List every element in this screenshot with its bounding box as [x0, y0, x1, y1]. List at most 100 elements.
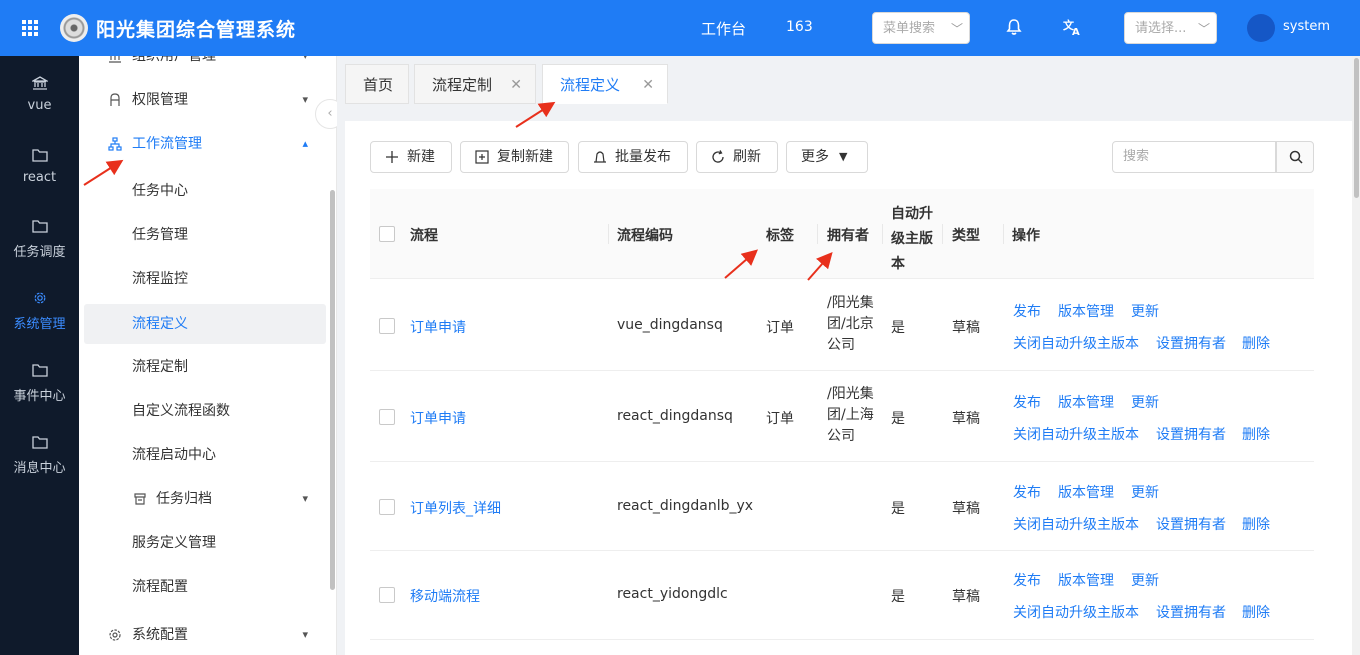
table-row: 订单申请 vue_dingdansq 订单 /阳光集团/北京公司 是 草稿 发布…: [370, 280, 1314, 371]
row-checkbox[interactable]: [379, 587, 395, 603]
tab-home[interactable]: 首页: [345, 64, 409, 104]
avatar[interactable]: [1247, 14, 1275, 42]
copy-new-button[interactable]: 复制新建: [460, 141, 569, 173]
user-name[interactable]: system: [1283, 19, 1330, 34]
update-link[interactable]: 更新: [1131, 301, 1159, 321]
sidebar-item-system-config[interactable]: 系统配置 ▾: [79, 615, 326, 655]
row-checkbox[interactable]: [379, 409, 395, 425]
column-code[interactable]: 流程编码: [617, 225, 673, 245]
publish-link[interactable]: 发布: [1013, 301, 1041, 321]
column-divider: [882, 224, 883, 244]
version-mgmt-link[interactable]: 版本管理: [1058, 392, 1114, 412]
process-auto-upgrade: 是: [891, 320, 905, 336]
update-link[interactable]: 更新: [1131, 482, 1159, 502]
publish-link[interactable]: 发布: [1013, 570, 1041, 590]
sidebar-item-workflow[interactable]: 工作流管理 ▴: [79, 124, 326, 164]
apps-grid-icon[interactable]: [0, 0, 60, 56]
delete-link[interactable]: 删除: [1242, 424, 1270, 444]
sidebar-item-label: 工作流管理: [132, 136, 202, 152]
close-icon[interactable]: ✕: [642, 65, 654, 105]
rail-item-system-mgmt[interactable]: 系统管理: [0, 291, 79, 332]
process-name-link[interactable]: 移动端流程: [410, 586, 480, 606]
sidebar-item-org-user[interactable]: 组织用户管理 ▾: [79, 56, 326, 76]
org-select[interactable]: 请选择... ﹀: [1124, 12, 1217, 44]
delete-link[interactable]: 删除: [1242, 602, 1270, 622]
notification-count[interactable]: 163: [786, 19, 813, 35]
sidebar-item-task-archive[interactable]: 任务归档 ▾: [79, 479, 326, 519]
process-name-link[interactable]: 订单列表_详细: [410, 498, 501, 518]
close-auto-upgrade-link[interactable]: 关闭自动升级主版本: [1013, 424, 1139, 444]
chevron-down-icon: ﹀: [950, 22, 963, 36]
publish-icon: [594, 151, 606, 163]
rail-label: vue: [27, 98, 52, 113]
select-all-checkbox[interactable]: [379, 226, 395, 242]
delete-link[interactable]: 删除: [1242, 333, 1270, 353]
close-auto-upgrade-link[interactable]: 关闭自动升级主版本: [1013, 514, 1139, 534]
process-name-link[interactable]: 订单申请: [410, 408, 466, 428]
sidebar-item-process-config[interactable]: 流程配置: [79, 567, 326, 607]
set-owner-link[interactable]: 设置拥有者: [1156, 333, 1226, 353]
sidebar-item-process-monitor[interactable]: 流程监控: [79, 259, 326, 299]
tab-process-custom[interactable]: 流程定制 ✕: [414, 64, 536, 104]
tab-process-definition[interactable]: 流程定义 ✕: [542, 64, 668, 104]
rail-item-task-schedule[interactable]: 任务调度: [0, 219, 79, 260]
sidebar-item-permission[interactable]: 权限管理 ▾: [79, 80, 326, 120]
search-icon: [1289, 150, 1303, 164]
column-process[interactable]: 流程: [410, 225, 438, 245]
update-link[interactable]: 更新: [1131, 392, 1159, 412]
column-actions: 操作: [1012, 228, 1040, 244]
close-icon[interactable]: ✕: [510, 65, 522, 105]
sidebar-item-process-launch[interactable]: 流程启动中心: [79, 435, 326, 475]
rail-label: react: [22, 170, 57, 185]
update-link[interactable]: 更新: [1131, 570, 1159, 590]
batch-publish-button[interactable]: 批量发布: [578, 141, 688, 173]
row-checkbox[interactable]: [379, 499, 395, 515]
sidebar-item-task-center[interactable]: 任务中心: [79, 171, 326, 211]
version-mgmt-link[interactable]: 版本管理: [1058, 482, 1114, 502]
sidebar-item-service-definition[interactable]: 服务定义管理: [79, 523, 326, 563]
delete-link[interactable]: 删除: [1242, 514, 1270, 534]
workbench-link[interactable]: 工作台: [701, 18, 746, 39]
menu-search-select[interactable]: 菜单搜索 ﹀: [872, 12, 970, 44]
set-owner-link[interactable]: 设置拥有者: [1156, 514, 1226, 534]
sidebar-item-task-mgmt[interactable]: 任务管理: [79, 215, 326, 255]
page-scrollbar-thumb[interactable]: [1354, 58, 1359, 198]
column-tag[interactable]: 标签: [766, 225, 794, 245]
new-button[interactable]: 新建: [370, 141, 452, 173]
version-mgmt-link[interactable]: 版本管理: [1058, 570, 1114, 590]
column-type[interactable]: 类型: [952, 225, 980, 245]
set-owner-link[interactable]: 设置拥有者: [1156, 602, 1226, 622]
app-logo: [60, 14, 88, 42]
search-input[interactable]: 搜索: [1112, 141, 1276, 173]
plus-square-icon: [475, 150, 489, 164]
sidebar-item-process-definition[interactable]: 流程定义: [84, 304, 326, 344]
close-auto-upgrade-link[interactable]: 关闭自动升级主版本: [1013, 333, 1139, 353]
bell-icon[interactable]: [1003, 16, 1025, 38]
process-name-link[interactable]: 订单申请: [410, 317, 466, 337]
rail-item-message-center[interactable]: 消息中心: [0, 435, 79, 476]
sidebar-item-process-custom[interactable]: 流程定制: [79, 347, 326, 387]
rail-item-vue[interactable]: vue: [0, 76, 79, 113]
row-checkbox[interactable]: [379, 318, 395, 334]
refresh-button[interactable]: 刷新: [696, 141, 778, 173]
process-owner: /阳光集团/上海公司: [827, 386, 874, 444]
sidebar-scrollbar[interactable]: [330, 190, 335, 590]
sidebar-item-custom-function[interactable]: 自定义流程函数: [79, 391, 326, 431]
publish-link[interactable]: 发布: [1013, 392, 1041, 412]
table-row: 订单列表_详细 react_dingdanlb_yx 是 草稿 发布 版本管理 …: [370, 462, 1314, 551]
column-owner[interactable]: 拥有者: [827, 225, 869, 245]
column-auto-upgrade[interactable]: 自动升级主版本: [891, 202, 935, 277]
folder-icon: [31, 220, 48, 233]
publish-link[interactable]: 发布: [1013, 482, 1041, 502]
column-divider: [817, 224, 818, 244]
rail-item-event-center[interactable]: 事件中心: [0, 363, 79, 404]
version-mgmt-link[interactable]: 版本管理: [1058, 301, 1114, 321]
search-button[interactable]: [1276, 141, 1314, 173]
set-owner-link[interactable]: 设置拥有者: [1156, 424, 1226, 444]
more-button[interactable]: 更多 ▼: [786, 141, 868, 173]
close-auto-upgrade-link[interactable]: 关闭自动升级主版本: [1013, 602, 1139, 622]
sidebar-item-label: 流程配置: [132, 579, 188, 595]
rail-item-react[interactable]: react: [0, 148, 79, 185]
translate-icon[interactable]: 文A: [1062, 16, 1084, 38]
process-auto-upgrade: 是: [891, 501, 905, 517]
